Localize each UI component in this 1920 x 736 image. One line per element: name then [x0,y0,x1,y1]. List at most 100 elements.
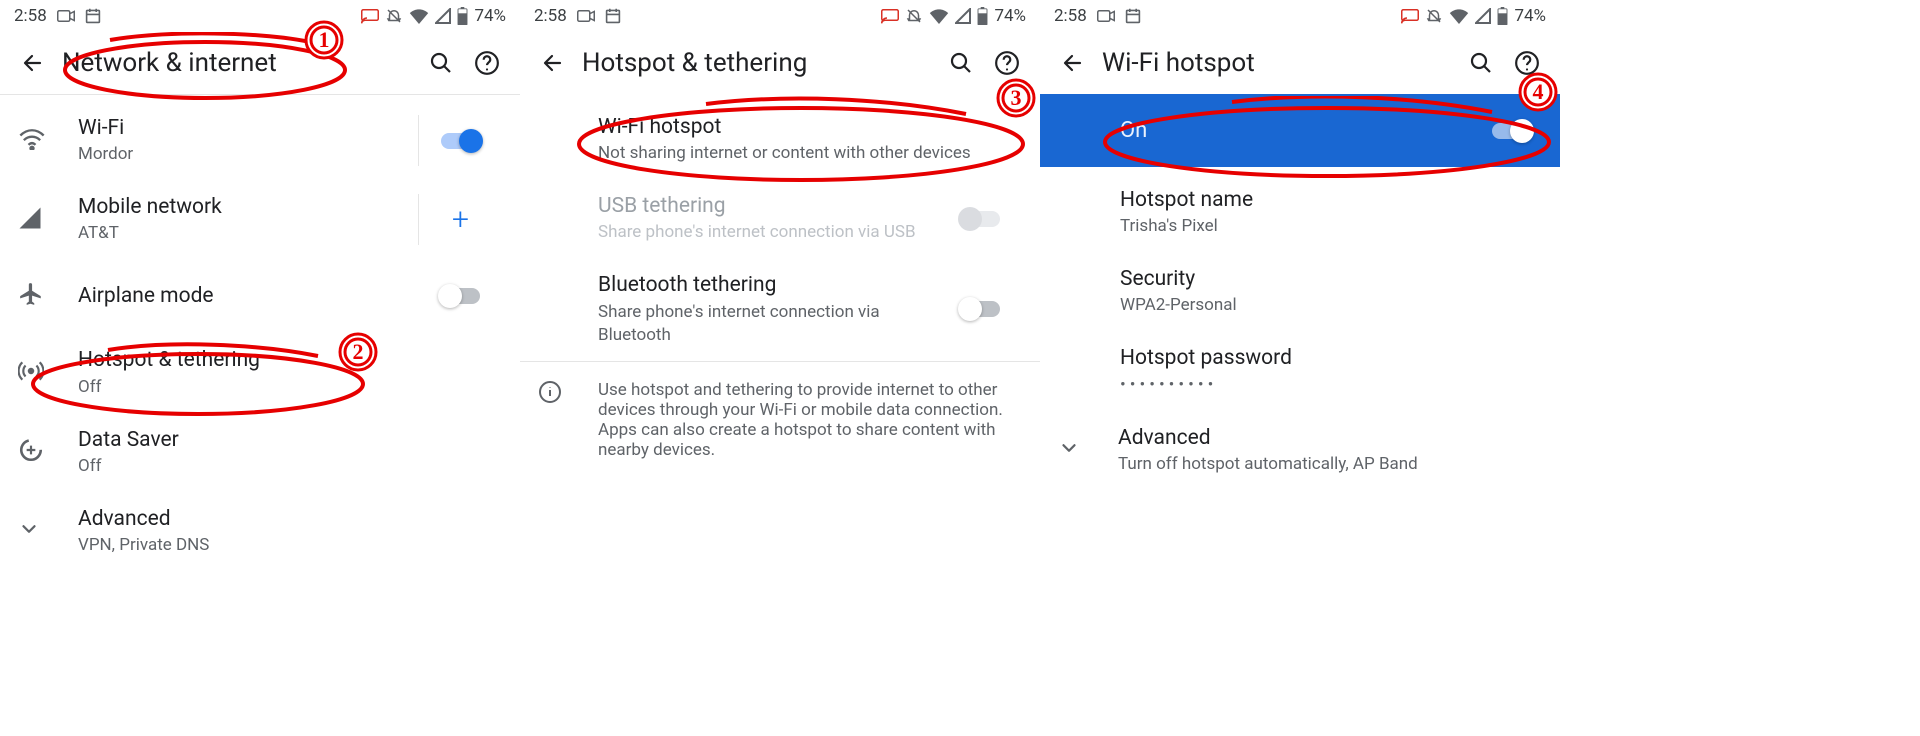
row-wifi-hotspot[interactable]: Wi-Fi hotspot Not sharing internet or co… [520,100,1040,179]
search-button[interactable] [1458,40,1504,86]
battery-icon [1497,7,1508,25]
screen-hotspot-tethering: 2:58 74% Hotspot & tethering [520,0,1040,736]
row-airplane-label: Airplane mode [78,283,418,309]
status-battery-pct: 74% [1514,6,1546,26]
airplane-toggle[interactable] [440,288,480,304]
row-security-sub: WPA2-Personal [1120,294,1542,317]
hotspot-master-toggle-banner[interactable]: On [1040,94,1560,167]
wifi-signal-icon [409,9,429,24]
bluetooth-tethering-toggle[interactable] [960,301,1000,317]
status-time: 2:58 [14,6,47,26]
cast-icon [881,9,899,24]
calendar-icon [605,8,621,24]
row-password-sub: •••••••••• [1120,374,1542,397]
row-bt-label: Bluetooth tethering [598,272,938,298]
status-bar: 2:58 74% [0,0,520,32]
videocam-icon [1097,9,1115,23]
row-data-saver[interactable]: Data Saver Off [0,413,520,492]
data-saver-icon [18,437,44,467]
row-hotspot-tethering[interactable]: Hotspot & tethering Off [0,333,520,412]
airplane-icon [18,281,44,311]
row-wifi-sub: Mordor [78,143,418,166]
videocam-icon [57,9,75,23]
wifi-icon [18,128,46,154]
row-hotspot-name[interactable]: Hotspot name Trisha's Pixel [1040,173,1560,252]
toolbar: Network & internet [0,32,520,94]
cell-signal-icon [435,8,451,24]
row-hotspot-label: Hotspot & tethering [78,347,502,373]
row-airplane-mode[interactable]: Airplane mode [0,259,520,333]
cell-signal-icon [1475,8,1491,24]
add-network-button[interactable]: + [452,205,469,235]
row-hotspot-sub: Off [78,376,502,399]
row-hotspot-name-sub: Trisha's Pixel [1120,215,1542,238]
row-wifi-label: Wi-Fi [78,115,418,141]
row-bluetooth-tethering[interactable]: Bluetooth tethering Share phone's intern… [520,258,1040,360]
status-bar: 2:58 74% [1040,0,1560,32]
row-mobile-sub: AT&T [78,222,418,245]
row-advanced-label: Advanced [1118,425,1542,451]
hotspot-icon [18,358,44,388]
status-battery-pct: 74% [474,6,506,26]
calendar-icon [85,8,101,24]
help-button[interactable] [464,40,510,86]
cell-signal-icon [955,8,971,24]
info-icon [538,380,562,460]
status-time: 2:58 [534,6,567,26]
row-advanced[interactable]: Advanced VPN, Private DNS [0,492,520,571]
back-button[interactable] [530,40,576,86]
row-password-label: Hotspot password [1120,345,1542,371]
cell-signal-icon [18,206,42,234]
page-title: Network & internet [56,48,418,78]
dnd-icon [385,7,403,25]
row-usb-label: USB tethering [598,193,938,219]
search-button[interactable] [938,40,984,86]
row-hotspot-advanced[interactable]: Advanced Turn off hotspot automatically,… [1040,411,1560,490]
wifi-toggle[interactable] [441,133,481,149]
cast-icon [361,9,379,24]
toolbar: Hotspot & tethering [520,32,1040,94]
row-mobile-network[interactable]: Mobile network AT&T + [0,180,520,259]
row-hotspot-name-label: Hotspot name [1120,187,1542,213]
row-hotspot-security[interactable]: Security WPA2-Personal [1040,252,1560,331]
info-footer: Use hotspot and tethering to provide int… [520,362,1040,478]
help-button[interactable] [1504,40,1550,86]
back-button[interactable] [10,40,56,86]
cast-icon [1401,9,1419,24]
battery-icon [977,7,988,25]
row-advanced-sub: Turn off hotspot automatically, AP Band [1118,453,1542,476]
row-datasaver-label: Data Saver [78,427,502,453]
dnd-icon [1425,7,1443,25]
row-bt-sub: Share phone's internet connection via Bl… [598,301,938,347]
battery-icon [457,7,468,25]
calendar-icon [1125,8,1141,24]
row-datasaver-sub: Off [78,455,502,478]
row-advanced-sub: VPN, Private DNS [78,534,502,557]
row-mobile-label: Mobile network [78,194,418,220]
help-button[interactable] [984,40,1030,86]
status-bar: 2:58 74% [520,0,1040,32]
row-wifi-hotspot-sub: Not sharing internet or content with oth… [598,142,1022,165]
row-wifi-hotspot-label: Wi-Fi hotspot [598,114,1022,140]
hotspot-master-toggle[interactable] [1492,123,1532,139]
row-usb-sub: Share phone's internet connection via US… [598,221,938,244]
chevron-down-icon [18,518,40,544]
toolbar: Wi-Fi hotspot [1040,32,1560,94]
status-time: 2:58 [1054,6,1087,26]
screen-wifi-hotspot: 2:58 74% Wi-Fi hotspot [1040,0,1560,736]
row-security-label: Security [1120,266,1542,292]
row-wifi[interactable]: Wi-Fi Mordor [0,101,520,180]
usb-tethering-toggle [960,211,1000,227]
chevron-down-icon [1058,437,1080,463]
videocam-icon [577,9,595,23]
search-button[interactable] [418,40,464,86]
row-advanced-label: Advanced [78,506,502,532]
back-button[interactable] [1050,40,1096,86]
dnd-icon [905,7,923,25]
page-title: Hotspot & tethering [576,48,938,78]
row-usb-tethering: USB tethering Share phone's internet con… [520,179,1040,258]
row-hotspot-password[interactable]: Hotspot password •••••••••• [1040,331,1560,410]
screen-network-internet: 2:58 74% Network & internet [0,0,520,736]
wifi-signal-icon [929,9,949,24]
banner-label: On [1120,118,1147,143]
